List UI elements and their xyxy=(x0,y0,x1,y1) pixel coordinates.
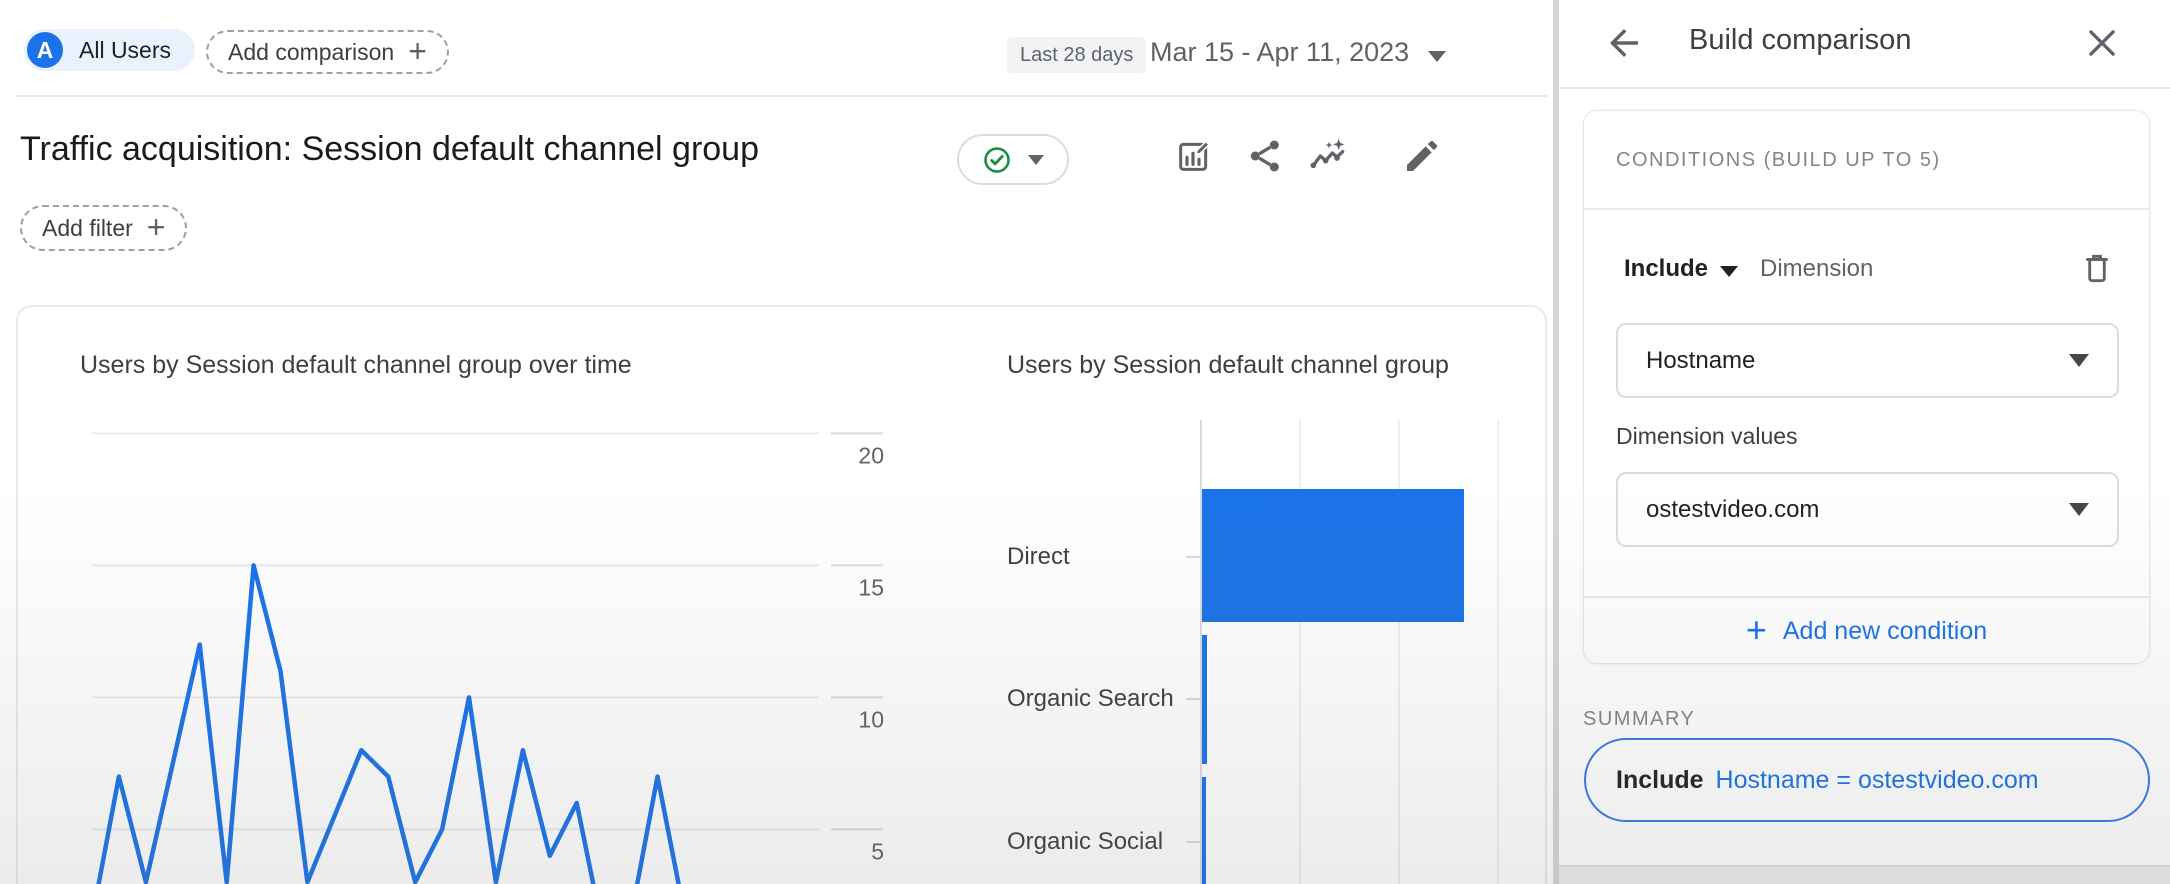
plus-icon: + xyxy=(147,211,166,243)
bar-organic-social[interactable] xyxy=(1202,777,1206,884)
check-circle-icon xyxy=(982,145,1012,175)
chevron-down-icon[interactable] xyxy=(1428,51,1446,62)
svg-text:5: 5 xyxy=(871,838,884,864)
bar-category-label: Organic Social xyxy=(1007,828,1163,856)
include-dropdown[interactable]: Include xyxy=(1624,255,1708,283)
bar-category-label: Direct xyxy=(1007,543,1070,571)
add-filter-button[interactable]: Add filter + xyxy=(20,205,187,251)
chevron-down-icon[interactable] xyxy=(1720,266,1738,277)
summary-chip[interactable]: Include Hostname = ostestvideo.com xyxy=(1584,738,2150,822)
bar-organic-search[interactable] xyxy=(1202,635,1207,764)
header-divider xyxy=(16,95,1547,97)
add-comparison-label: Add comparison xyxy=(228,39,394,66)
chevron-down-icon xyxy=(2069,503,2089,516)
all-users-segment-chip[interactable]: A All Users xyxy=(24,29,195,71)
close-icon[interactable] xyxy=(2083,24,2121,62)
report-status-dropdown[interactable] xyxy=(957,134,1069,185)
category-tick xyxy=(1186,556,1202,558)
bar-chart-gridline xyxy=(1497,420,1499,884)
add-comparison-button[interactable]: Add comparison + xyxy=(206,30,449,74)
dimension-type-label: Dimension xyxy=(1760,255,1873,283)
share-report-button[interactable] xyxy=(1243,134,1287,178)
chevron-down-icon xyxy=(1028,155,1044,165)
customize-report-button[interactable] xyxy=(1172,134,1216,178)
page-title: Traffic acquisition: Session default cha… xyxy=(20,130,759,169)
all-users-label: All Users xyxy=(79,37,171,64)
plus-icon: + xyxy=(408,35,427,67)
dimension-values-label: Dimension values xyxy=(1616,423,1798,450)
panel-header: Build comparison xyxy=(1559,0,2170,87)
summary-include-label: Include xyxy=(1616,766,1704,795)
bar-direct[interactable] xyxy=(1202,489,1464,622)
pencil-icon xyxy=(1402,136,1442,176)
divider xyxy=(1584,208,2149,210)
share-icon xyxy=(1245,136,1285,176)
category-tick xyxy=(1186,841,1202,843)
add-filter-label: Add filter xyxy=(42,215,133,242)
conditions-card: CONDITIONS (BUILD UP TO 5) Include Dimen… xyxy=(1583,110,2150,664)
ga4-screen: A All Users Add comparison + Last 28 day… xyxy=(0,0,2170,884)
panel-title: Build comparison xyxy=(1689,24,1911,57)
condition-row: Include Dimension xyxy=(1584,251,2149,291)
svg-text:15: 15 xyxy=(858,574,884,600)
dimension-values-select[interactable]: ostestvideo.com xyxy=(1616,472,2119,547)
summary-heading: SUMMARY xyxy=(1583,708,1695,731)
dimension-values-value: ostestvideo.com xyxy=(1646,496,1819,524)
category-tick xyxy=(1186,698,1202,700)
report-main-area: A All Users Add comparison + Last 28 day… xyxy=(0,0,1553,884)
dimension-select-value: Hostname xyxy=(1646,347,1755,375)
chart-edit-icon xyxy=(1174,136,1214,176)
edit-report-button[interactable] xyxy=(1400,134,1444,178)
dimension-select[interactable]: Hostname xyxy=(1616,323,2119,398)
conditions-heading: CONDITIONS (BUILD UP TO 5) xyxy=(1616,149,1941,172)
bar-category-label: Organic Search xyxy=(1007,685,1174,713)
delete-condition-button[interactable] xyxy=(2078,249,2116,287)
summary-condition-text: Hostname = ostestvideo.com xyxy=(1716,766,2039,795)
build-comparison-panel: Build comparison CONDITIONS (BUILD UP TO… xyxy=(1559,0,2170,884)
plus-icon: + xyxy=(1746,612,1767,648)
date-range-badge: Last 28 days xyxy=(1007,37,1146,73)
chevron-down-icon xyxy=(2069,354,2089,367)
avatar: A xyxy=(27,32,63,68)
charts-card: Users by Session default channel group o… xyxy=(16,305,1547,884)
date-range-selector[interactable]: Mar 15 - Apr 11, 2023 xyxy=(1150,37,1409,68)
add-new-condition-button[interactable]: + Add new condition xyxy=(1584,598,2149,665)
panel-footer xyxy=(1559,867,2170,884)
insights-sparkline-icon xyxy=(1308,136,1348,176)
back-arrow-button[interactable] xyxy=(1603,22,1645,64)
svg-text:10: 10 xyxy=(858,706,884,732)
add-new-condition-label: Add new condition xyxy=(1783,617,1987,646)
panel-header-divider xyxy=(1559,87,2170,89)
insights-button[interactable] xyxy=(1306,134,1350,178)
svg-text:20: 20 xyxy=(858,442,884,468)
